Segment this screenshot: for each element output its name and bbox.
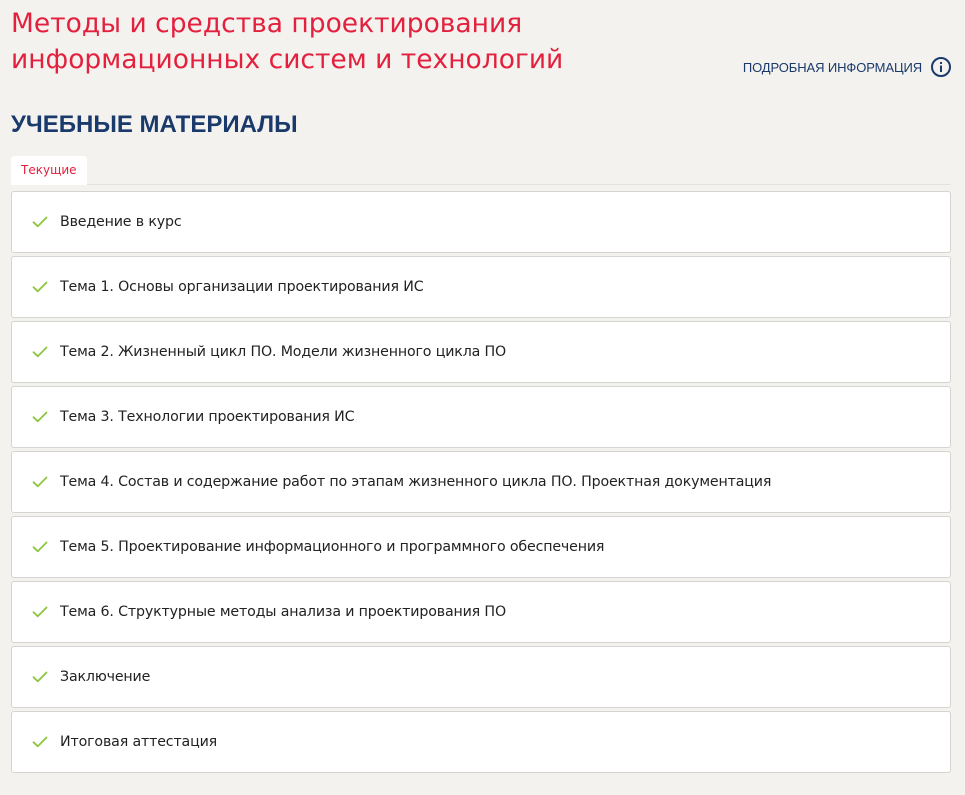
check-icon [32, 604, 48, 620]
material-item-topic-6[interactable]: Тема 6. Структурные методы анализа и про… [11, 581, 951, 643]
check-icon [32, 409, 48, 425]
materials-tabs: Текущие [11, 156, 951, 185]
section-heading: УЧЕБНЫЕ МАТЕРИАЛЫ [11, 111, 298, 138]
material-item-topic-2[interactable]: Тема 2. Жизненный цикл ПО. Модели жизнен… [11, 321, 951, 383]
material-label: Тема 1. Основы организации проектировани… [60, 279, 424, 295]
check-icon [32, 279, 48, 295]
material-label: Введение в курс [60, 214, 182, 230]
material-item-topic-4[interactable]: Тема 4. Состав и содержание работ по эта… [11, 451, 951, 513]
materials-list: Введение в курс Тема 1. Основы организац… [11, 191, 951, 776]
material-label: Заключение [60, 669, 151, 685]
material-item-topic-5[interactable]: Тема 5. Проектирование информационного и… [11, 516, 951, 578]
material-item-final-assessment[interactable]: Итоговая аттестация [11, 711, 951, 773]
check-icon [32, 669, 48, 685]
material-label: Тема 6. Структурные методы анализа и про… [60, 604, 506, 620]
material-label: Тема 3. Технологии проектирования ИС [60, 409, 355, 425]
details-link-label: ПОДРОБНАЯ ИНФОРМАЦИЯ [742, 59, 922, 75]
check-icon [32, 214, 48, 230]
check-icon [32, 734, 48, 750]
check-icon [32, 474, 48, 490]
check-icon [32, 344, 48, 360]
details-link[interactable]: ПОДРОБНАЯ ИНФОРМАЦИЯ [743, 57, 951, 77]
material-label: Тема 5. Проектирование информационного и… [60, 539, 605, 555]
material-item-conclusion[interactable]: Заключение [11, 646, 951, 708]
material-label: Тема 4. Состав и содержание работ по эта… [60, 474, 772, 490]
material-label: Тема 2. Жизненный цикл ПО. Модели жизнен… [60, 344, 507, 360]
check-icon [32, 539, 48, 555]
material-item-topic-3[interactable]: Тема 3. Технологии проектирования ИС [11, 386, 951, 448]
material-item-intro[interactable]: Введение в курс [11, 191, 951, 253]
info-circle-icon[interactable] [931, 57, 951, 77]
material-label: Итоговая аттестация [60, 734, 218, 750]
course-title: Методы и средства проектирования информа… [11, 8, 564, 75]
tab-current[interactable]: Текущие [11, 156, 87, 185]
material-item-topic-1[interactable]: Тема 1. Основы организации проектировани… [11, 256, 951, 318]
